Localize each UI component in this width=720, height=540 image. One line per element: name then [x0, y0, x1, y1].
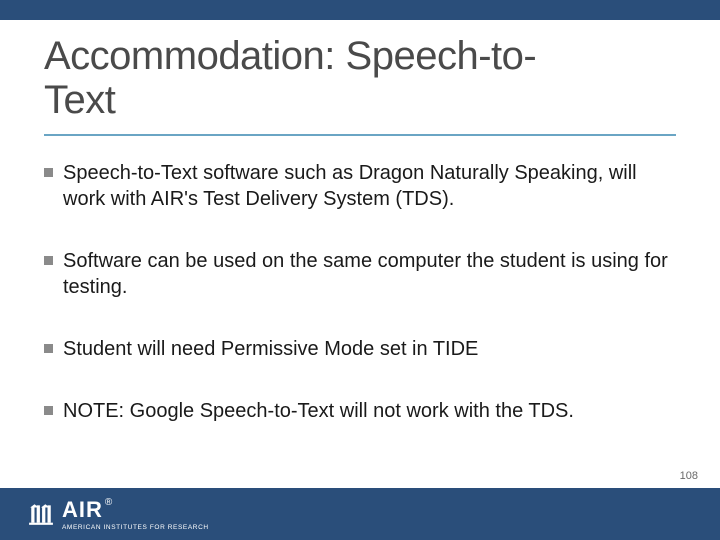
building-icon — [28, 501, 54, 527]
logo-text-block: AIR® AMERICAN INSTITUTES FOR RESEARCH — [62, 497, 209, 531]
list-item: Speech-to-Text software such as Dragon N… — [44, 160, 676, 212]
logo-subtitle: AMERICAN INSTITUTES FOR RESEARCH — [62, 524, 209, 531]
list-item: Student will need Permissive Mode set in… — [44, 336, 676, 362]
page-number: 108 — [680, 470, 698, 482]
bullet-text: Software can be used on the same compute… — [63, 248, 676, 300]
content-area: Speech-to-Text software such as Dragon N… — [0, 136, 720, 424]
bullet-icon — [44, 256, 53, 265]
bullet-text: Speech-to-Text software such as Dragon N… — [63, 160, 676, 212]
title-line-1: Accommodation: Speech-to- — [44, 34, 536, 78]
logo-name: AIR — [62, 497, 103, 522]
logo-registered: ® — [105, 497, 112, 508]
bullet-icon — [44, 168, 53, 177]
footer-bar: AIR® AMERICAN INSTITUTES FOR RESEARCH — [0, 488, 720, 540]
page-title: Accommodation: Speech-to- Text — [0, 20, 720, 130]
bullet-icon — [44, 344, 53, 353]
bullet-text: Student will need Permissive Mode set in… — [63, 336, 676, 362]
air-logo: AIR® AMERICAN INSTITUTES FOR RESEARCH — [28, 497, 209, 531]
list-item: Software can be used on the same compute… — [44, 248, 676, 300]
title-line-2: Text — [44, 78, 115, 122]
header-accent-bar — [0, 0, 720, 20]
bullet-text: NOTE: Google Speech-to-Text will not wor… — [63, 398, 676, 424]
bullet-icon — [44, 406, 53, 415]
list-item: NOTE: Google Speech-to-Text will not wor… — [44, 398, 676, 424]
